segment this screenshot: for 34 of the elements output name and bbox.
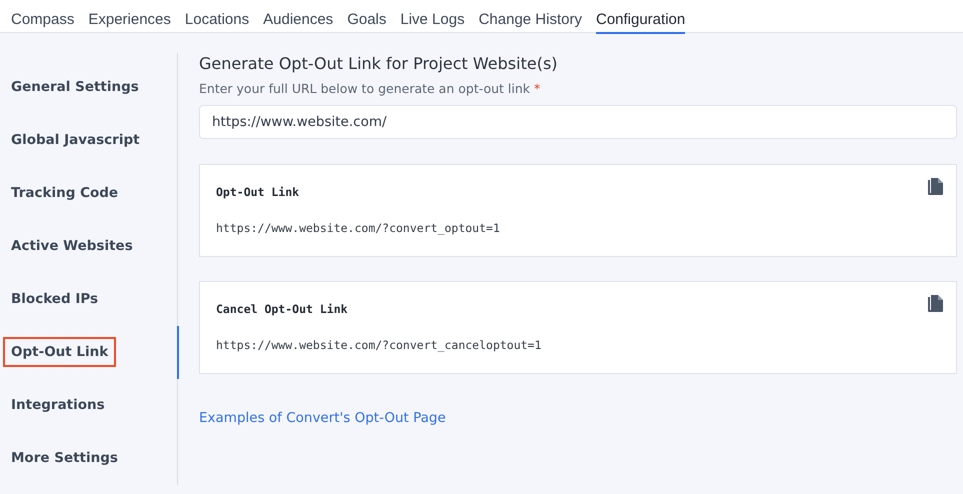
nav-tab[interactable]: Goals <box>347 0 386 34</box>
nav-tab[interactable]: Change History <box>478 0 582 34</box>
sidebar-item[interactable]: General Settings <box>0 60 177 114</box>
field-label: Enter your full URL below to generate an opt-out link * <box>199 81 542 96</box>
examples-link[interactable]: Examples of Convert's Opt-Out Page <box>199 410 446 426</box>
sidebar-item-label: Tracking Code <box>10 184 120 203</box>
sidebar-item[interactable]: Integrations <box>0 378 177 432</box>
card-title: Opt-Out Link <box>216 185 300 199</box>
sidebar-item[interactable]: Global Javascript <box>0 113 177 166</box>
sidebar-item[interactable]: More Settings <box>0 432 177 485</box>
sidebar-item[interactable]: Opt-Out Link <box>0 326 177 379</box>
generated-url: https://www.website.com/?convert_optout=1 <box>216 221 501 235</box>
sidebar-item-label: Integrations <box>10 396 106 416</box>
sidebar-item-label: Global Javascript <box>10 130 141 150</box>
sidebar-item[interactable]: Active Websites <box>0 219 177 272</box>
url-field[interactable]: https://www.website.com/ <box>199 105 957 139</box>
sidebar-item-label: Active Websites <box>10 236 134 256</box>
nav-tab[interactable]: Configuration <box>596 0 686 34</box>
card-title: Cancel Opt-Out Link <box>216 302 349 316</box>
nav-tab[interactable]: Locations <box>184 0 250 34</box>
generated-url: https://www.website.com/?convert_canceloptout=1 <box>216 338 542 352</box>
copy-icon[interactable] <box>926 177 944 197</box>
nav-tab[interactable]: Experiences <box>88 0 171 34</box>
sidebar-item[interactable]: Tracking Code <box>0 166 177 220</box>
copy-icon[interactable] <box>926 294 944 314</box>
section-title: Generate Opt-Out Link for Project Website(s) <box>199 54 559 73</box>
nav-tab[interactable]: Audiences <box>263 0 334 34</box>
sidebar-item-label: More Settings <box>10 449 119 468</box>
sidebar-item-label: Blocked IPs <box>10 290 100 310</box>
sidebar-item-label: Opt-Out Link <box>3 337 116 368</box>
sidebar-item-label: General Settings <box>10 78 140 97</box>
nav-tab[interactable]: Compass <box>11 0 74 34</box>
sidebar-item[interactable]: Blocked IPs <box>0 272 177 326</box>
nav-tab[interactable]: Live Logs <box>400 0 465 34</box>
